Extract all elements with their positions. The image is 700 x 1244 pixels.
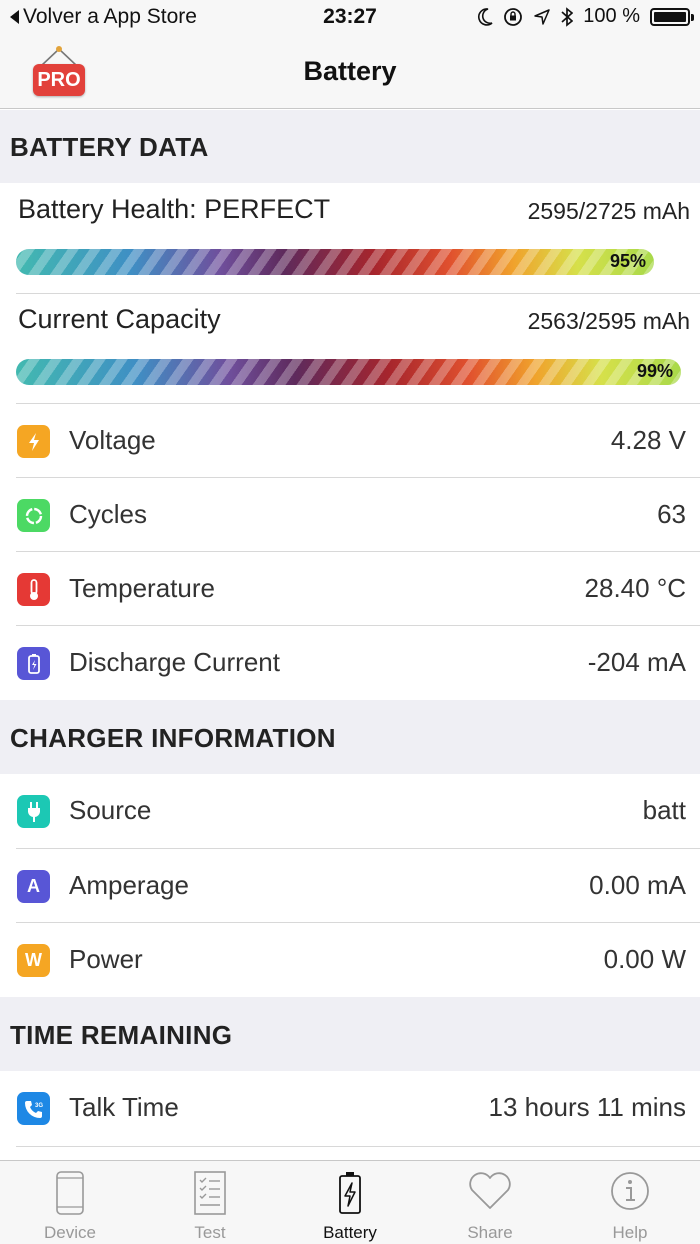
thermometer-icon [17, 573, 50, 606]
tab-bar: Device Test Battery Share Help [0, 1160, 700, 1244]
rotation-lock-icon [504, 7, 523, 26]
time-remaining-header-text: TIME REMAINING [10, 1020, 233, 1050]
battery-bolt-icon [339, 1172, 361, 1214]
checklist-icon [194, 1171, 226, 1215]
location-icon [534, 8, 551, 25]
bolt-icon [17, 425, 50, 458]
battery-health-bar: 95% [16, 249, 654, 275]
amperage-label: Amperage [69, 870, 189, 900]
phone-outline-icon [56, 1171, 84, 1215]
voltage-value: 4.28 V [610, 425, 686, 455]
discharge-current-value: -204 mA [587, 647, 686, 677]
tab-share-label: Share [467, 1223, 513, 1242]
tab-battery-label: Battery [323, 1223, 377, 1242]
battery-health-label: Battery Health: PERFECT [18, 194, 331, 224]
nav-bar: PRO Battery [0, 36, 700, 109]
info-icon [611, 1172, 649, 1210]
status-bar: Volver a App Store 23:27 100 % [0, 0, 700, 36]
battery-health-percent: 95% [609, 251, 646, 271]
tab-test-label: Test [194, 1223, 226, 1242]
moon-icon [478, 7, 493, 26]
divider [16, 1146, 700, 1147]
tab-share[interactable]: Share [420, 1161, 560, 1244]
heart-icon [469, 1172, 511, 1209]
charger-information-header-text: CHARGER INFORMATION [10, 723, 336, 753]
tab-battery[interactable]: Battery [280, 1161, 420, 1244]
power-label: Power [69, 944, 143, 974]
discharge-current-label: Discharge Current [69, 647, 280, 677]
status-battery-icon [650, 7, 694, 26]
tab-help-label: Help [612, 1223, 648, 1242]
temperature-label: Temperature [69, 573, 215, 603]
plug-icon [17, 795, 50, 828]
voltage-label: Voltage [69, 425, 156, 455]
talk-time-row: 3G Talk Time 13 hours 11 mins [0, 1071, 700, 1145]
battery-data-header-text: BATTERY DATA [10, 132, 209, 162]
time-remaining-header: TIME REMAINING [0, 997, 700, 1071]
source-label: Source [69, 795, 152, 825]
current-capacity-label: Current Capacity [18, 304, 221, 334]
status-icons: 100 % [477, 5, 694, 28]
cycles-row: Cycles 63 [0, 478, 700, 552]
tab-device[interactable]: Device [0, 1161, 140, 1244]
phone-3g-icon: 3G [17, 1092, 50, 1125]
source-row: Source batt [0, 774, 700, 848]
tab-test[interactable]: Test [140, 1161, 280, 1244]
battery-percent: 100 % [583, 5, 640, 27]
power-row: W Power 0.00 W [0, 923, 700, 997]
talk-time-label: Talk Time [69, 1092, 179, 1122]
power-value: 0.00 W [603, 944, 686, 974]
voltage-row: Voltage 4.28 V [0, 404, 700, 478]
tab-help[interactable]: Help [560, 1161, 700, 1244]
source-value: batt [642, 795, 686, 825]
temperature-row: Temperature 28.40 °C [0, 552, 700, 626]
temperature-value: 28.40 °C [584, 573, 686, 603]
w-letter-icon: W [17, 944, 50, 977]
talk-time-value: 13 hours 11 mins [488, 1092, 686, 1122]
cycles-value: 63 [657, 499, 686, 529]
page-title: Battery [303, 56, 397, 86]
discharge-current-row: Discharge Current -204 mA [0, 626, 700, 700]
battery-data-header: BATTERY DATA [0, 110, 700, 183]
amperage-row: A Amperage 0.00 mA [0, 849, 700, 923]
three-g-glyph: 3G [35, 1103, 43, 1109]
divider [16, 293, 700, 294]
current-capacity-bar: 99% [16, 359, 681, 385]
charger-information-header: CHARGER INFORMATION [0, 700, 700, 774]
battery-icon [17, 647, 50, 680]
a-letter-icon: A [17, 870, 50, 903]
battery-health-value: 2595/2725 mAh [527, 198, 690, 224]
cycle-icon [17, 499, 50, 532]
tab-device-label: Device [44, 1223, 96, 1242]
bluetooth-icon [561, 6, 574, 27]
current-capacity-percent: 99% [636, 361, 673, 381]
cycles-label: Cycles [69, 499, 148, 529]
current-capacity-value: 2563/2595 mAh [527, 308, 690, 334]
amperage-value: 0.00 mA [589, 870, 686, 900]
